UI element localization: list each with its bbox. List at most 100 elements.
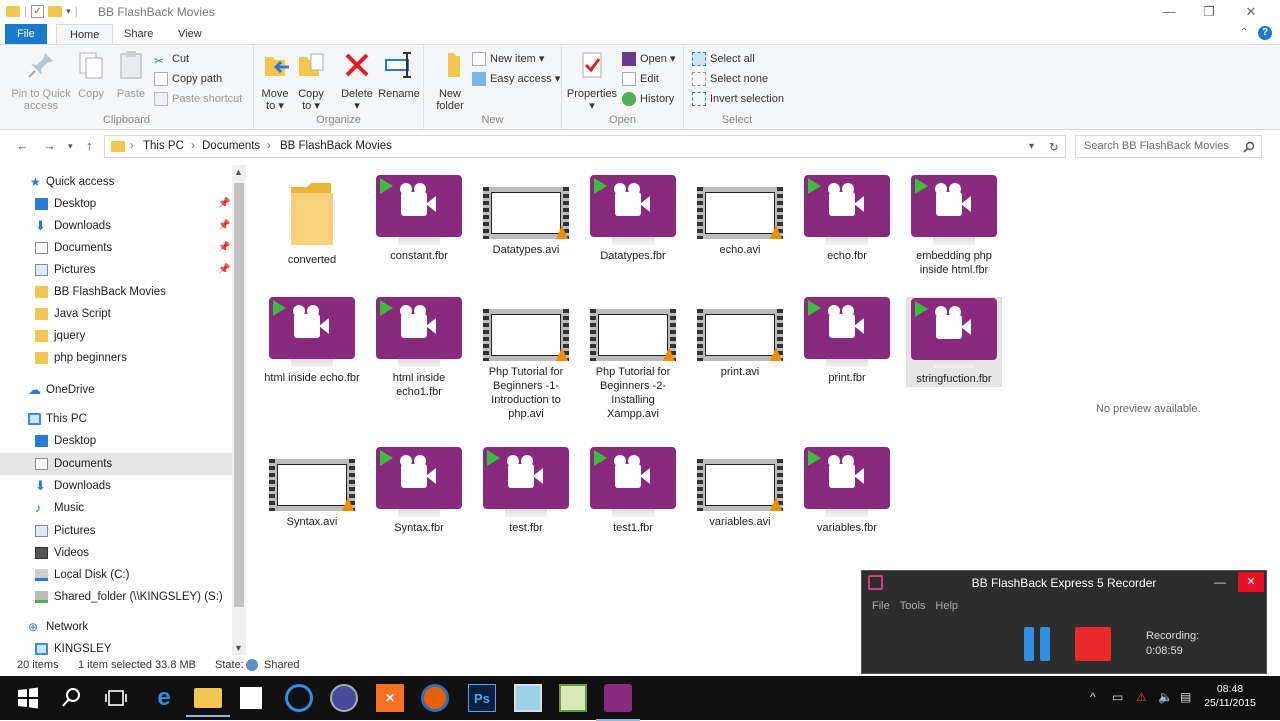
nav-pc-shared-folder[interactable]: Shared_folder (\\KINGSLEY) (S:) (0, 586, 232, 608)
pin-icon[interactable]: 📌 (218, 259, 230, 281)
firefox-icon[interactable] (421, 684, 449, 712)
file-item-stringfuction-fbr[interactable]: stringfuction.fbr (906, 297, 1002, 387)
collapse-ribbon-icon[interactable]: ⌃ (1240, 27, 1248, 38)
pin-icon[interactable]: 📌 (218, 215, 230, 237)
nav-quick-downloads[interactable]: ⬇ Downloads 📌 (0, 215, 232, 237)
breadcrumb-bb-flashback-movies[interactable]: BB FlashBack Movies (280, 140, 392, 152)
file-item-test-fbr[interactable]: test.fbr (478, 447, 574, 535)
app-circle-icon[interactable] (285, 684, 313, 712)
tab-view[interactable]: View (165, 24, 215, 44)
show-hidden-icons[interactable]: ^ (1090, 690, 1096, 704)
nav-quick-php-beginners[interactable]: php beginners (0, 347, 232, 369)
breadcrumb-this-pc[interactable]: This PC (143, 140, 184, 152)
search-icon[interactable] (58, 684, 86, 712)
file-item-syntax-avi[interactable]: Syntax.avi (264, 447, 360, 529)
select-none-button[interactable]: Select none (692, 70, 768, 88)
nav-pc-desktop[interactable]: Desktop (0, 430, 232, 452)
select-all-button[interactable]: Select all (692, 50, 755, 68)
history-button[interactable]: History (622, 90, 674, 108)
file-item-constant-fbr[interactable]: constant.fbr (371, 175, 467, 263)
properties-icon[interactable]: ✓ (31, 4, 45, 18)
nav-pc-music[interactable]: ♪ Music (0, 497, 232, 519)
nav-pc-videos[interactable]: Videos (0, 542, 232, 564)
search-input[interactable]: Search BB FlashBack Movies (1084, 140, 1229, 152)
customize-toolbar-icon[interactable]: ▾ (66, 6, 71, 17)
nav-pc-pictures[interactable]: Pictures (0, 520, 232, 542)
nav-network[interactable]: ⊕ Network (0, 616, 232, 638)
pin-icon[interactable]: 📌 (218, 237, 230, 259)
photoshop-icon[interactable]: Ps (468, 684, 496, 712)
file-item-php-tutorial-for-beginners-1-introduction-to-php-avi[interactable]: Php Tutorial for Beginners -1- Introduct… (478, 297, 574, 421)
nav-quick-pictures[interactable]: Pictures 📌 (0, 259, 232, 281)
up-button[interactable]: ↑ (86, 138, 93, 153)
file-item-html-inside-echo-fbr[interactable]: html inside echo.fbr (264, 297, 360, 385)
recorder-menu-tools[interactable]: Tools (900, 600, 926, 612)
nav-pc-documents[interactable]: Documents (0, 453, 232, 475)
file-item-variables-fbr[interactable]: variables.fbr (799, 447, 895, 535)
pin-icon[interactable]: 📌 (218, 193, 230, 215)
minimize-button[interactable]: — (1154, 2, 1184, 22)
nav-quick-documents[interactable]: Documents 📌 (0, 237, 232, 259)
move-to-button[interactable]: Move to ▾ (256, 49, 294, 112)
file-item-syntax-fbr[interactable]: Syntax.fbr (371, 447, 467, 535)
nav-quick-bb-flashback-movies[interactable]: BB FlashBack Movies (0, 281, 232, 303)
properties-button[interactable]: Properties ▾ (566, 49, 618, 112)
stop-button[interactable] (1075, 627, 1111, 661)
text-editor-icon[interactable] (514, 684, 542, 712)
delete-button[interactable]: Delete ▾ (338, 49, 376, 112)
recent-locations-button[interactable]: ▾ (68, 141, 73, 152)
help-icon[interactable]: ? (1258, 26, 1272, 40)
navigation-scrollbar[interactable]: ▲ ▼ (232, 165, 246, 655)
xampp-icon[interactable]: ✕ (376, 684, 404, 712)
back-button[interactable]: ← (16, 138, 29, 153)
media-app-icon[interactable] (330, 684, 358, 712)
close-button[interactable]: ✕ (1236, 2, 1266, 22)
file-item-converted[interactable]: converted (264, 175, 360, 267)
recorder-close-button[interactable]: ✕ (1238, 572, 1264, 592)
nav-onedrive[interactable]: ☁ OneDrive (0, 379, 232, 401)
nav-quick-access[interactable]: ★ Quick access (0, 171, 232, 193)
notepad-plus-icon[interactable] (559, 684, 587, 712)
recorder-minimize-button[interactable]: — (1214, 575, 1226, 589)
recorder-menu-help[interactable]: Help (935, 600, 958, 612)
new-folder-icon[interactable] (48, 5, 63, 17)
tab-file[interactable]: File (5, 24, 47, 44)
store-icon[interactable] (240, 687, 262, 709)
copy-button[interactable]: Copy (74, 49, 108, 100)
cut-button[interactable]: ✂ Cut (154, 50, 189, 68)
volume-icon[interactable]: 🔈 (1158, 690, 1173, 704)
edit-button[interactable]: Edit (622, 70, 659, 88)
start-button[interactable] (14, 684, 42, 712)
nav-pc-downloads[interactable]: ⬇ Downloads (0, 475, 232, 497)
new-item-button[interactable]: New item ▾ (472, 50, 544, 68)
new-folder-button[interactable]: New folder (430, 49, 470, 112)
nav-quick-desktop[interactable]: Desktop 📌 (0, 193, 232, 215)
search-box[interactable]: Search BB FlashBack Movies (1075, 135, 1262, 158)
network-status-icon[interactable]: ⚠ (1136, 690, 1147, 704)
pin-to-quick-access-button[interactable]: Pin to Quick access (8, 49, 74, 112)
copy-to-button[interactable]: Copy to ▾ (294, 49, 328, 112)
rename-button[interactable]: Rename (376, 49, 422, 100)
file-item-variables-avi[interactable]: variables.avi (692, 447, 788, 529)
maximize-button[interactable]: ❐ (1194, 2, 1224, 22)
address-path[interactable]: › This PC › Documents › BB FlashBack Mov… (104, 135, 1066, 158)
scroll-up-icon[interactable]: ▲ (234, 167, 243, 177)
nav-quick-java-script[interactable]: Java Script (0, 303, 232, 325)
file-item-print-avi[interactable]: print.avi (692, 297, 788, 379)
nav-pc-local-disk[interactable]: Local Disk (C:) (0, 564, 232, 586)
paste-button[interactable]: Paste (112, 49, 150, 100)
pause-button[interactable] (1022, 627, 1054, 661)
edge-icon[interactable]: e (150, 684, 178, 712)
forward-button[interactable]: → (43, 138, 56, 153)
tab-share[interactable]: Share (111, 24, 166, 44)
nav-quick-jquery[interactable]: jquery (0, 325, 232, 347)
easy-access-button[interactable]: Easy access ▾ (472, 70, 560, 88)
file-item-print-fbr[interactable]: print.fbr (799, 297, 895, 385)
file-item-echo-avi[interactable]: echo.avi (692, 175, 788, 257)
refresh-icon[interactable]: ↻ (1049, 140, 1059, 154)
address-dropdown-icon[interactable]: ▾ (1029, 141, 1034, 152)
task-view-icon[interactable] (102, 684, 130, 712)
scrollbar-thumb[interactable] (234, 183, 244, 607)
file-item-test1-fbr[interactable]: test1.fbr (585, 447, 681, 535)
copy-path-button[interactable]: Copy path (154, 70, 222, 88)
